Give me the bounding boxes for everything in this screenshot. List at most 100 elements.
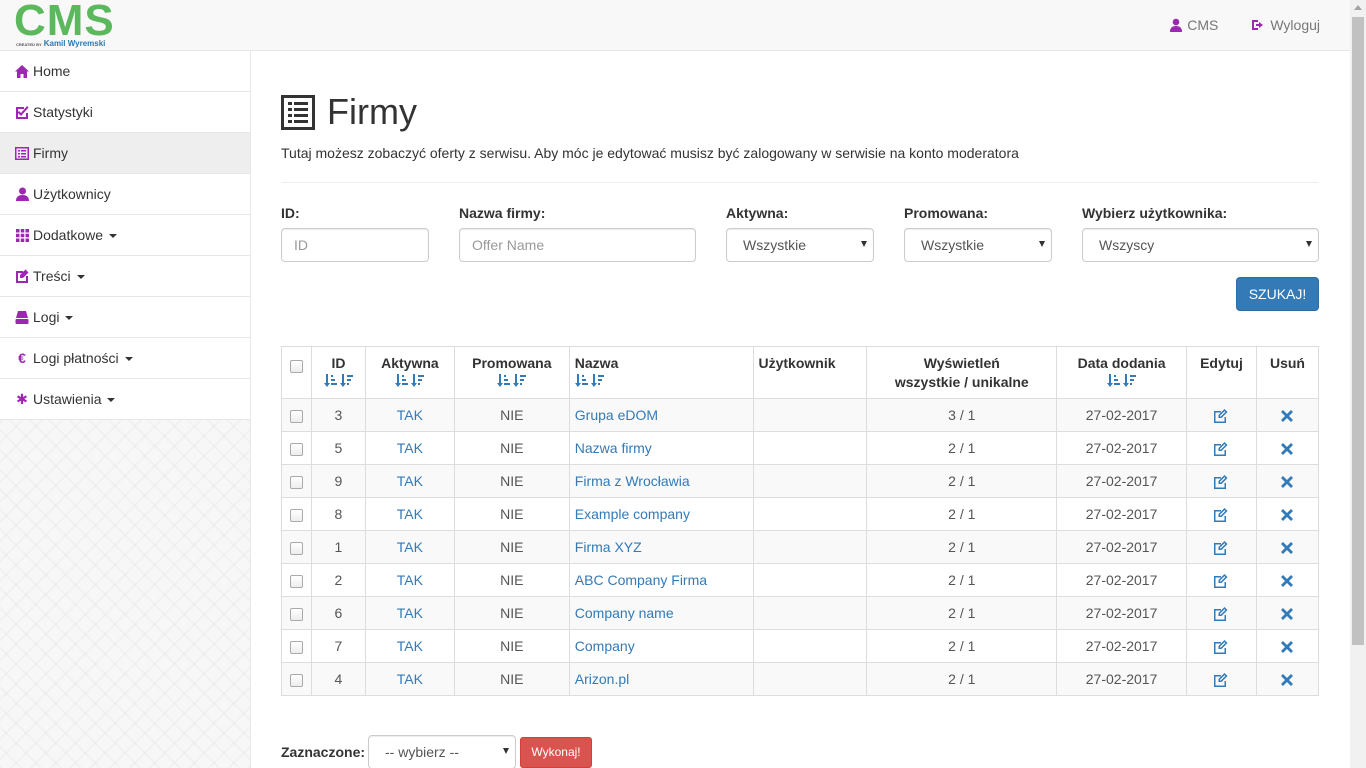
user-link[interactable]: CMS xyxy=(1169,17,1218,33)
active-toggle-link[interactable]: TAK xyxy=(397,638,423,654)
edit-icon[interactable] xyxy=(1214,574,1228,589)
sidebar-item-logi-platnosci[interactable]: € Logi płatności xyxy=(0,338,250,379)
delete-icon[interactable] xyxy=(1281,641,1294,654)
select-all-checkbox[interactable] xyxy=(289,359,303,373)
edit-icon[interactable] xyxy=(1214,442,1228,457)
delete-icon[interactable] xyxy=(1281,476,1294,489)
cell-active: TAK xyxy=(364,662,455,696)
offer-name-input[interactable]: Offer Name xyxy=(459,228,696,262)
edit-icon[interactable] xyxy=(1214,673,1228,688)
company-name-link[interactable]: Company name xyxy=(575,605,674,621)
active-toggle-link[interactable]: TAK xyxy=(397,572,423,588)
cell-promoted: NIE xyxy=(453,464,570,498)
sort-asc-icon[interactable] xyxy=(497,374,511,387)
edit-icon[interactable] xyxy=(1214,541,1228,556)
list-alt-icon xyxy=(15,146,29,160)
row-select-cell xyxy=(281,596,312,630)
user-select[interactable]: Wszyscy xyxy=(1082,228,1319,262)
row-checkbox[interactable] xyxy=(289,508,303,522)
row-checkbox[interactable] xyxy=(289,640,303,654)
row-select-cell xyxy=(281,563,312,597)
edit-icon[interactable] xyxy=(1214,409,1228,424)
sidebar-item-ustawienia[interactable]: ✱ Ustawienia xyxy=(0,379,250,420)
company-name-link[interactable]: Firma XYZ xyxy=(575,539,642,555)
active-toggle-link[interactable]: TAK xyxy=(397,539,423,555)
company-name-link[interactable]: Company xyxy=(575,638,635,654)
delete-icon[interactable] xyxy=(1281,443,1294,456)
scrollbar[interactable] xyxy=(1350,0,1366,768)
row-checkbox[interactable] xyxy=(289,475,303,489)
sort-desc-icon[interactable] xyxy=(339,374,353,387)
header-date: Data dodania xyxy=(1056,346,1187,399)
active-toggle-link[interactable]: TAK xyxy=(397,605,423,621)
edit-icon[interactable] xyxy=(1214,475,1228,490)
sort-asc-icon[interactable] xyxy=(574,374,588,387)
table-row: 4 TAK NIE Arizon.pl 2 / 1 27-02-2017 xyxy=(281,662,1320,696)
company-name-link[interactable]: ABC Company Firma xyxy=(575,572,707,588)
cell-views: 2 / 1 xyxy=(866,464,1058,498)
sidebar-item-firmy[interactable]: Firmy xyxy=(0,133,250,174)
sort-asc-icon[interactable] xyxy=(323,374,337,387)
company-name-link[interactable]: Example company xyxy=(575,506,690,522)
row-checkbox[interactable] xyxy=(289,541,303,555)
header-id: ID xyxy=(310,346,366,399)
active-select[interactable]: Wszystkie xyxy=(726,228,874,262)
sort-desc-icon[interactable] xyxy=(513,374,527,387)
active-toggle-link[interactable]: TAK xyxy=(397,671,423,687)
sidebar-item-home[interactable]: Home xyxy=(0,51,250,92)
delete-icon[interactable] xyxy=(1281,575,1294,588)
sidebar-item-tresci[interactable]: Treści xyxy=(0,256,250,297)
row-checkbox[interactable] xyxy=(289,442,303,456)
sort-desc-icon[interactable] xyxy=(1123,374,1137,387)
sort-desc-icon[interactable] xyxy=(590,374,604,387)
sidebar-item-uzytkownicy[interactable]: Użytkownicy xyxy=(0,174,250,215)
active-toggle-link[interactable]: TAK xyxy=(397,473,423,489)
cell-id: 3 xyxy=(310,398,366,432)
search-button[interactable]: SZUKAJ! xyxy=(1236,277,1319,311)
cell-date: 27-02-2017 xyxy=(1056,596,1187,630)
company-name-link[interactable]: Firma z Wrocławia xyxy=(575,473,690,489)
bulk-action-select[interactable]: -- wybierz -- xyxy=(368,735,517,768)
id-input[interactable]: ID xyxy=(281,228,429,262)
delete-icon[interactable] xyxy=(1281,542,1294,555)
scroll-thumb[interactable] xyxy=(1352,17,1364,645)
caret-down-icon xyxy=(65,316,74,320)
cell-user xyxy=(752,563,868,597)
active-toggle-link[interactable]: TAK xyxy=(397,440,423,456)
promoted-select[interactable]: Wszystkie xyxy=(904,228,1052,262)
row-checkbox[interactable] xyxy=(289,409,303,423)
sort-desc-icon[interactable] xyxy=(411,374,425,387)
cell-date: 27-02-2017 xyxy=(1056,464,1187,498)
scroll-up-arrow-icon[interactable] xyxy=(1354,5,1362,10)
active-toggle-link[interactable]: TAK xyxy=(397,506,423,522)
cell-active: TAK xyxy=(364,629,455,663)
header-views: Wyświetleń wszystkie / unikalne xyxy=(866,346,1058,399)
sidebar-item-statystyki[interactable]: Statystyki xyxy=(0,92,250,133)
company-name-link[interactable]: Arizon.pl xyxy=(575,671,629,687)
execute-button[interactable]: Wykonaj! xyxy=(520,736,593,768)
cell-delete xyxy=(1255,398,1320,432)
active-toggle-link[interactable]: TAK xyxy=(397,407,423,423)
cell-user xyxy=(752,431,868,465)
sidebar-item-dodatkowe[interactable]: Dodatkowe xyxy=(0,215,250,256)
company-name-link[interactable]: Grupa eDOM xyxy=(575,407,658,423)
logo[interactable]: CMS CREATED BY Kamil Wyremski xyxy=(14,0,114,48)
delete-icon[interactable] xyxy=(1281,509,1294,522)
sort-asc-icon[interactable] xyxy=(1107,374,1121,387)
sidebar-item-label: Logi xyxy=(33,309,60,325)
logout-link[interactable]: Wyloguj xyxy=(1251,17,1320,33)
sort-asc-icon[interactable] xyxy=(395,374,409,387)
edit-icon[interactable] xyxy=(1214,640,1228,655)
cell-delete xyxy=(1255,497,1320,531)
edit-icon[interactable] xyxy=(1214,508,1228,523)
edit-icon[interactable] xyxy=(1214,607,1228,622)
sidebar-item-logi[interactable]: Logi xyxy=(0,297,250,338)
row-checkbox[interactable] xyxy=(289,574,303,588)
company-name-link[interactable]: Nazwa firmy xyxy=(575,440,652,456)
row-checkbox[interactable] xyxy=(289,673,303,687)
delete-icon[interactable] xyxy=(1281,608,1294,621)
filter-promoted-label: Promowana: xyxy=(904,205,989,221)
delete-icon[interactable] xyxy=(1281,410,1294,423)
delete-icon[interactable] xyxy=(1281,674,1294,687)
row-checkbox[interactable] xyxy=(289,607,303,621)
